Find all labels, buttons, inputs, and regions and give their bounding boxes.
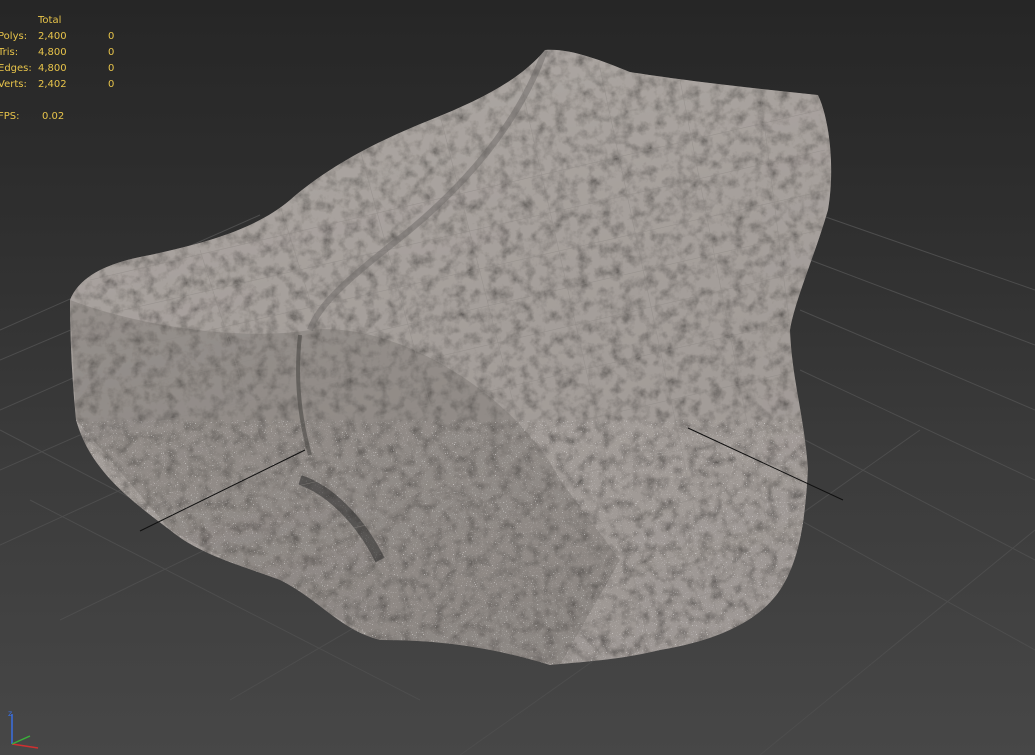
stats-selected: 0 bbox=[108, 47, 115, 58]
stats-label: Verts: bbox=[0, 79, 27, 90]
rock-mesh[interactable] bbox=[60, 40, 850, 680]
stats-total: 2,400 bbox=[38, 31, 67, 42]
z-axis-label: z bbox=[8, 709, 12, 718]
stats-total: 4,800 bbox=[38, 63, 67, 74]
3d-viewport[interactable]: Total Polys: 2,400 0 Tris: 4,800 0 Edges… bbox=[0, 0, 1035, 755]
stats-label: Edges: bbox=[0, 63, 32, 74]
stats-total: 4,800 bbox=[38, 47, 67, 58]
fps-value: 0.02 bbox=[42, 111, 65, 122]
fps-label: FPS: bbox=[0, 111, 20, 122]
x-axis-line bbox=[11, 743, 39, 749]
stats-selected: 0 bbox=[108, 31, 115, 42]
stats-label: Polys: bbox=[0, 31, 28, 42]
stats-total: 2,402 bbox=[38, 79, 67, 90]
stats-selected: 0 bbox=[108, 63, 115, 74]
stats-header: Total bbox=[38, 15, 62, 26]
viewport-scene[interactable] bbox=[0, 0, 1035, 755]
stats-selected: 0 bbox=[108, 79, 115, 90]
y-axis-line bbox=[11, 735, 31, 745]
axis-gizmo-icon: z bbox=[8, 709, 39, 749]
stats-label: Tris: bbox=[0, 47, 19, 58]
